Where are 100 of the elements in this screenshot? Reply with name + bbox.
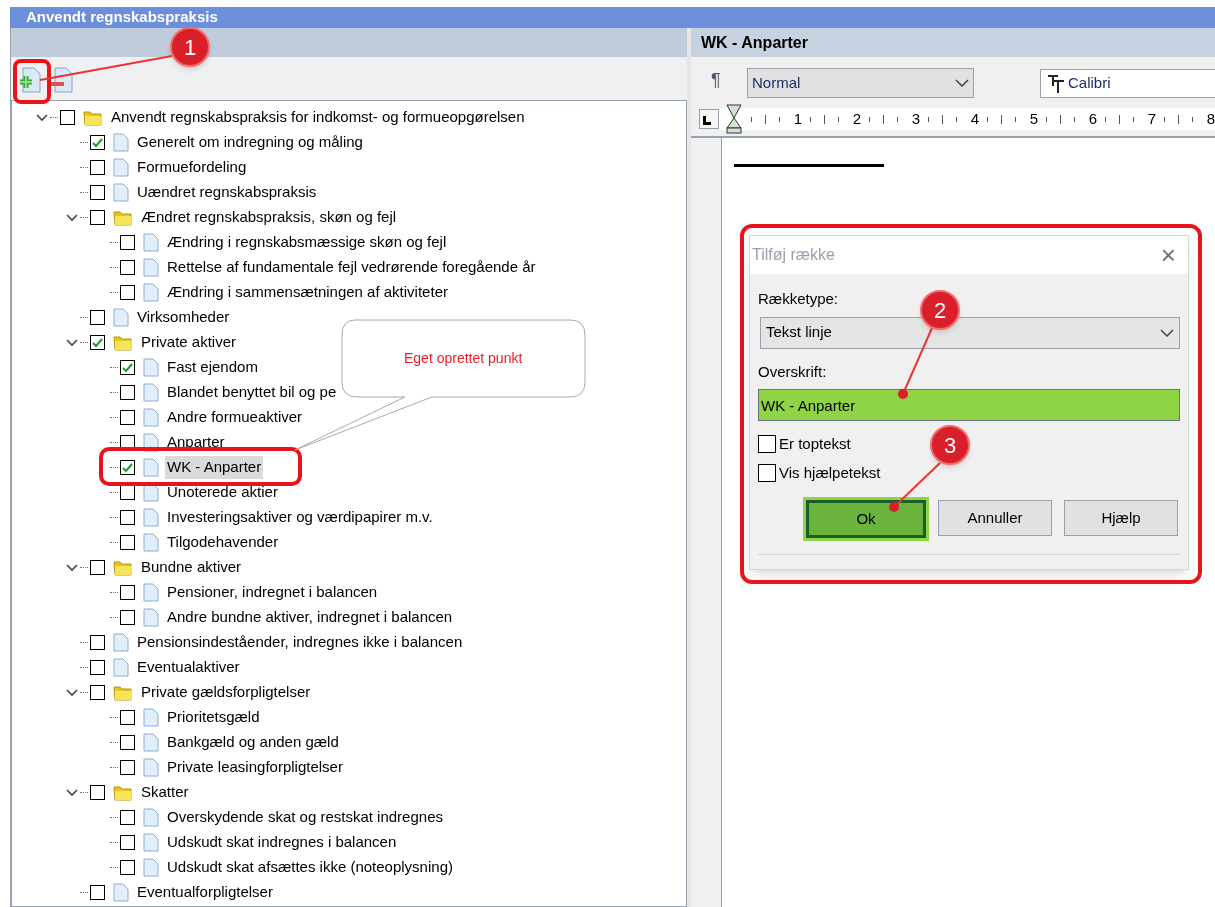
- tree-item[interactable]: Uændret regnskabspraksis: [135, 181, 319, 204]
- document-icon: [113, 633, 129, 652]
- tree-item[interactable]: Ændring i sammensætningen af aktiviteter: [165, 281, 450, 304]
- checkbox[interactable]: [90, 785, 105, 800]
- tree-item[interactable]: Pensioner, indregnet i balancen: [165, 581, 380, 604]
- tree-item[interactable]: Formuefordeling: [135, 156, 249, 179]
- checkbox[interactable]: [90, 135, 105, 150]
- document-icon: [143, 508, 159, 527]
- tree-item[interactable]: Prioritetsgæld: [165, 706, 262, 729]
- document-icon: [143, 708, 159, 727]
- close-button[interactable]: ×: [1150, 242, 1186, 268]
- tree-item[interactable]: Tilgodehavender: [165, 531, 281, 554]
- tree-item[interactable]: Skatter: [139, 781, 191, 804]
- tree-item[interactable]: Bundne aktiver: [139, 556, 244, 579]
- tree-item[interactable]: WK - Anparter: [165, 456, 264, 479]
- checkbox[interactable]: [90, 685, 105, 700]
- checkbox[interactable]: [120, 285, 135, 300]
- checkbox[interactable]: [90, 560, 105, 575]
- tree-item[interactable]: Blandet benyttet bil og pe: [165, 381, 339, 404]
- checkbox[interactable]: [120, 760, 135, 775]
- tree-item[interactable]: Anparter: [165, 431, 227, 454]
- chevron-down-icon[interactable]: [66, 688, 78, 697]
- tree-item[interactable]: Private aktiver: [139, 331, 239, 354]
- document-icon: [143, 808, 159, 827]
- checkbox[interactable]: [90, 635, 105, 650]
- tree-item[interactable]: Eventualaktiver: [135, 656, 242, 679]
- checkbox[interactable]: [90, 335, 105, 350]
- checkbox-label[interactable]: Vis hjælpetekst: [779, 461, 881, 484]
- paragraph-mark[interactable]: ¶: [711, 67, 747, 98]
- ruler-number: 5: [1029, 108, 1038, 129]
- checkbox[interactable]: [120, 460, 135, 475]
- checkbox[interactable]: [120, 610, 135, 625]
- tree-item[interactable]: Private gældsforpligtelser: [139, 681, 313, 704]
- checkbox-label[interactable]: Er toptekst: [779, 433, 851, 456]
- checkbox[interactable]: [120, 835, 135, 850]
- checkbox[interactable]: [120, 810, 135, 825]
- tree-item[interactable]: Overskydende skat og restskat indregnes: [165, 806, 445, 829]
- dialog-button[interactable]: Hjælp: [1064, 500, 1178, 536]
- tree-item[interactable]: Unoterede aktier: [165, 481, 280, 504]
- checkbox[interactable]: [120, 710, 135, 725]
- document-icon: [143, 233, 159, 252]
- checkbox[interactable]: [60, 110, 75, 125]
- tree-item[interactable]: Generelt om indregning og måling: [135, 131, 365, 154]
- document-icon: [143, 833, 159, 852]
- checkbox[interactable]: [758, 435, 776, 454]
- checkbox[interactable]: [120, 260, 135, 275]
- tree-item[interactable]: Ændret regnskabspraksis, skøn og fejl: [139, 206, 399, 229]
- font-field[interactable]: Calibri: [1040, 69, 1215, 98]
- remove-document-icon[interactable]: [49, 66, 75, 94]
- folder-icon: [113, 559, 133, 576]
- chevron-down-icon[interactable]: [66, 338, 78, 347]
- checkbox[interactable]: [120, 235, 135, 250]
- checkbox[interactable]: [90, 210, 105, 225]
- checkbox[interactable]: [120, 360, 135, 375]
- tree-item[interactable]: Investeringsaktiver og værdipapirer m.v.: [165, 506, 435, 529]
- document-icon: [143, 758, 159, 777]
- checkbox[interactable]: [90, 185, 105, 200]
- checkbox[interactable]: [120, 385, 135, 400]
- tree-item[interactable]: Rettelse af fundamentale fejl vedrørende foregående år: [165, 256, 538, 279]
- folder-icon: [113, 334, 133, 351]
- document-icon: [143, 608, 159, 627]
- tree-item[interactable]: Fast ejendom: [165, 356, 260, 379]
- checkbox[interactable]: [120, 585, 135, 600]
- checkbox[interactable]: [120, 860, 135, 875]
- tree-item[interactable]: Andre bundne aktiver, indregnet i balancen: [165, 606, 455, 629]
- checkbox[interactable]: [758, 463, 776, 482]
- checkbox[interactable]: [120, 735, 135, 750]
- tree-item[interactable]: Bankgæld og anden gæld: [165, 731, 341, 754]
- highlight-frame: [13, 59, 51, 104]
- tree-item[interactable]: Udskudt skat afsættes ikke (noteoplysning): [165, 856, 455, 879]
- chevron-down-icon[interactable]: [66, 788, 78, 797]
- chevron-down-icon[interactable]: [36, 113, 48, 122]
- checkbox[interactable]: [90, 660, 105, 675]
- tree-item[interactable]: Pensionsindeståender, indregnes ikke i balancen: [135, 631, 465, 654]
- tree-item[interactable]: Eventualforpligtelser: [135, 881, 275, 904]
- style-dropdown[interactable]: Normal: [747, 68, 974, 98]
- tree-item[interactable]: Ændring i regnskabsmæssige skøn og fejl: [165, 231, 449, 254]
- dialog-button[interactable]: Annuller: [938, 500, 1052, 536]
- folder-icon: [113, 209, 133, 226]
- chevron-down-icon[interactable]: [66, 213, 78, 222]
- tree-item[interactable]: Private leasingforpligtelser: [165, 756, 345, 779]
- heading-input[interactable]: WK - Anparter: [758, 389, 1180, 421]
- add-document-icon[interactable]: [17, 66, 43, 94]
- checkbox[interactable]: [90, 885, 105, 900]
- ruler-number: 8: [1206, 108, 1215, 129]
- checkbox[interactable]: [90, 310, 105, 325]
- document-icon: [113, 183, 129, 202]
- checkbox[interactable]: [120, 535, 135, 550]
- tree-item[interactable]: Virksomheder: [135, 306, 232, 329]
- tree-item[interactable]: Andre formueaktiver: [165, 406, 305, 429]
- tree-item[interactable]: Udskudt skat indregnes i balancen: [165, 831, 399, 854]
- dialog-button[interactable]: Ok: [806, 500, 926, 538]
- tree-item[interactable]: Anvendt regnskabspraksis for indkomst- og formueopgørelsen: [109, 106, 527, 129]
- tab-stop-icon[interactable]: [699, 109, 719, 129]
- indent-marker-icon[interactable]: [725, 104, 743, 134]
- checkbox[interactable]: [90, 160, 105, 175]
- document-icon: [143, 408, 159, 427]
- chevron-down-icon[interactable]: [66, 563, 78, 572]
- checkbox[interactable]: [120, 510, 135, 525]
- checkbox[interactable]: [120, 410, 135, 425]
